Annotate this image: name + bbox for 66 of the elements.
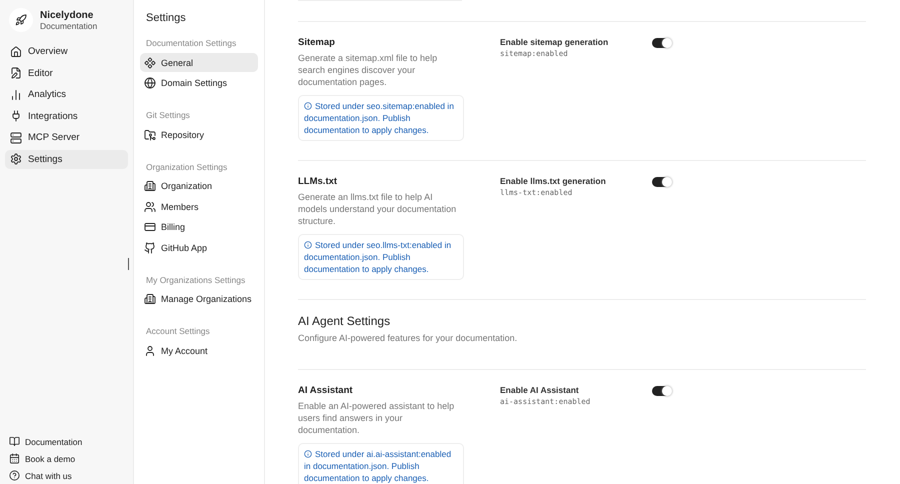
calendar-icon [9, 453, 20, 464]
group-title: Account Settings [145, 326, 211, 336]
toggle-switch[interactable] [652, 386, 671, 396]
setting-title: LLMs.txt [298, 176, 338, 187]
nav-item[interactable]: Editor [5, 64, 128, 82]
rocket-icon [15, 14, 27, 26]
folder-git-icon [144, 128, 156, 140]
group-title: My Organizations Settings [145, 274, 246, 284]
settings-nav-item[interactable]: GitHub App [140, 238, 258, 257]
toggle-label: Enable AI Assistant [500, 385, 580, 395]
setting-description: Generate an llms.txt file to help AI models understand your documentation structure. [298, 191, 458, 227]
settings-nav-item[interactable]: Repository [140, 125, 258, 144]
github-icon [144, 242, 156, 254]
building-icon [144, 293, 156, 305]
panel-title: Settings [145, 12, 187, 24]
settings-nav-item[interactable]: My Account [140, 341, 258, 360]
group-title: Git Settings [145, 110, 191, 120]
settings-icon [10, 153, 22, 165]
settings-nav-item[interactable]: Domain Settings [140, 74, 258, 92]
help-icon [9, 470, 20, 481]
file-pen-icon [10, 67, 22, 79]
setting-title: Sitemap [298, 37, 336, 48]
setting-description: Enable an AI-powered assistant to help users find answers in your documentation. [298, 400, 456, 436]
credit-card-icon [144, 221, 156, 233]
bar-chart-icon [10, 88, 22, 100]
info-text: Stored under ai.ai-assistant:enabled in documentation.json. Publish documentation to apply changes. [304, 448, 452, 484]
building-icon [144, 180, 156, 192]
nav-item[interactable]: Integrations [5, 106, 128, 126]
diamond-grid-icon [144, 56, 156, 68]
toggle-label: Enable llms.txt generation [500, 176, 607, 186]
footer-link[interactable]: Chat with us [5, 468, 128, 483]
footer-link[interactable]: Book a demo [5, 451, 128, 466]
info-icon [304, 241, 312, 249]
plug-icon [10, 110, 22, 122]
brand-name: Nicelydone [40, 10, 94, 20]
section-description: Configure AI-powered features for your documentation. [298, 333, 518, 343]
info-icon [304, 102, 312, 110]
settings-nav-item[interactable]: Billing [140, 218, 258, 236]
settings-nav-item[interactable]: Organization [140, 176, 258, 196]
user-icon [144, 344, 156, 356]
book-icon [9, 436, 20, 447]
toggle-label: Enable sitemap generation [500, 37, 610, 47]
nav-item[interactable]: MCP Server [5, 128, 128, 147]
toggle-switch[interactable] [652, 177, 671, 187]
users-icon [144, 200, 156, 212]
footer-link[interactable]: Documentation [5, 434, 128, 449]
group-title: Organization Settings [145, 162, 228, 172]
nav-item[interactable]: Settings [5, 150, 128, 168]
info-text: Stored under seo.sitemap:enabled in documentation.json. Publish documentation to apply changes. [304, 100, 455, 136]
house-icon [10, 46, 22, 58]
resize-handle[interactable] [128, 258, 129, 270]
group-title: Documentation Settings [145, 38, 238, 48]
brand-subtitle: Documentation [40, 20, 98, 30]
nav-item[interactable]: Analytics [5, 85, 128, 104]
settings-nav-item[interactable]: General [140, 53, 258, 72]
nav-item[interactable]: Overview [5, 42, 128, 61]
globe-icon [144, 77, 156, 89]
setting-description: Generate a sitemap.xml file to help search engines discover your documentation pages. [298, 52, 438, 88]
settings-nav-item[interactable]: Manage Organizations [140, 290, 258, 308]
toggle-switch[interactable] [652, 38, 671, 48]
server-icon [10, 132, 22, 144]
section-heading: AI Agent Settings [298, 314, 392, 328]
info-text: Stored under seo.llms-txt:enabled in documentation.json. Publish documentation to apply changes. [304, 239, 452, 275]
info-icon [304, 450, 312, 458]
setting-title: AI Assistant [298, 385, 354, 396]
settings-nav-item[interactable]: Members [140, 197, 258, 216]
